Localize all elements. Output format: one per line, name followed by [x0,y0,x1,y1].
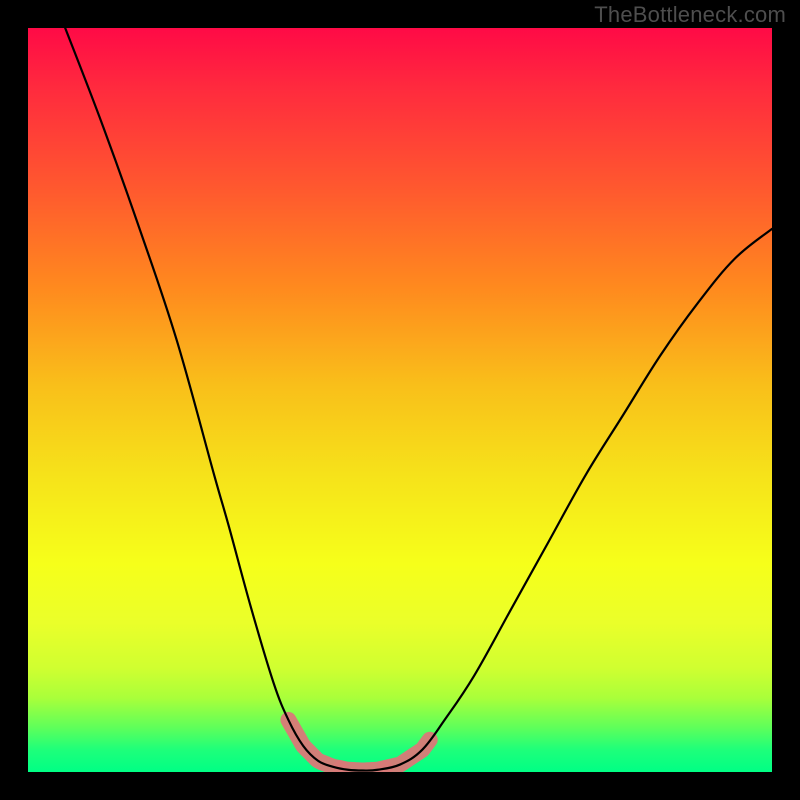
chart-frame: TheBottleneck.com [0,0,800,800]
curve-layer [65,28,772,771]
highlight-segment-0 [288,720,340,768]
chart-svg [28,28,772,772]
bottleneck-curve [65,28,772,771]
watermark-text: TheBottleneck.com [594,2,786,28]
highlight-layer [288,720,429,771]
